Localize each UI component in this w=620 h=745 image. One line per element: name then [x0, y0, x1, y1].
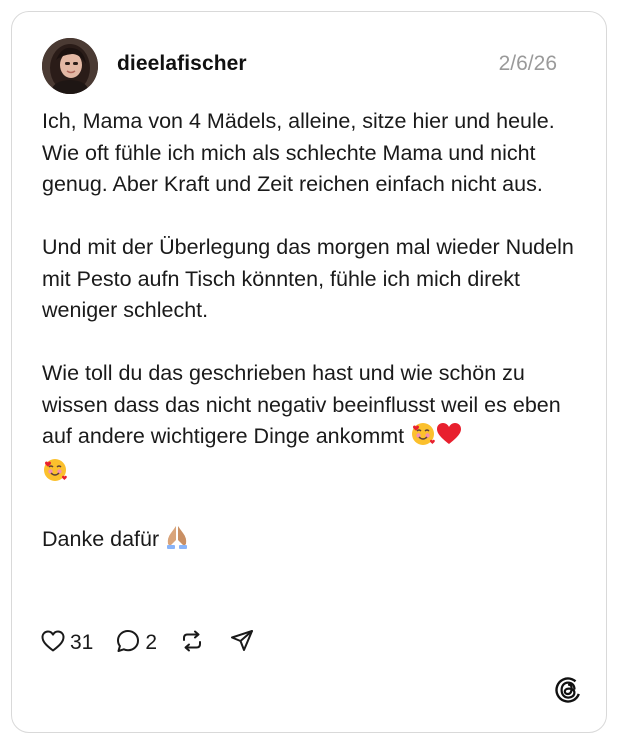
- repost-icon: [179, 628, 205, 659]
- reply-button[interactable]: 2: [115, 628, 157, 659]
- action-bar: 31 2: [40, 628, 255, 658]
- share-button[interactable]: [229, 628, 255, 659]
- folded-hands-icon: [165, 524, 189, 560]
- threads-logo-icon[interactable]: [554, 676, 582, 704]
- like-button[interactable]: 31: [40, 628, 93, 659]
- reply-count: 2: [145, 631, 158, 654]
- post-card: dieelafischer 2/6/26 Ich, Mama von 4 Mäd…: [11, 11, 607, 733]
- speech-bubble-icon: [115, 628, 141, 659]
- repost-button[interactable]: [179, 628, 205, 659]
- post-paragraph-3: Wie toll du das geschrieben hast und wie…: [42, 358, 587, 492]
- post-closing: Danke dafür: [42, 524, 587, 560]
- send-icon: [229, 628, 255, 659]
- post-paragraph-1: Ich, Mama von 4 Mädels, alleine, sitze h…: [42, 109, 555, 196]
- smiling-face-with-hearts-icon: [410, 421, 436, 457]
- post-paragraph-2: Und mit der Überlegung das morgen mal wi…: [42, 235, 580, 322]
- post-date: 2/6/26: [498, 52, 557, 75]
- avatar[interactable]: [42, 38, 98, 94]
- smiling-face-with-hearts-icon: [42, 457, 68, 493]
- post-body: Ich, Mama von 4 Mädels, alleine, sitze h…: [42, 106, 587, 559]
- post-paragraph-3-text: Wie toll du das geschrieben hast und wie…: [42, 361, 567, 448]
- post-header: dieelafischer 2/6/26: [42, 38, 557, 94]
- post-closing-text: Danke dafür: [42, 526, 160, 551]
- red-heart-icon: [436, 421, 462, 457]
- like-count: 31: [70, 631, 94, 654]
- heart-icon: [40, 628, 66, 659]
- username[interactable]: dieelafischer: [117, 52, 247, 76]
